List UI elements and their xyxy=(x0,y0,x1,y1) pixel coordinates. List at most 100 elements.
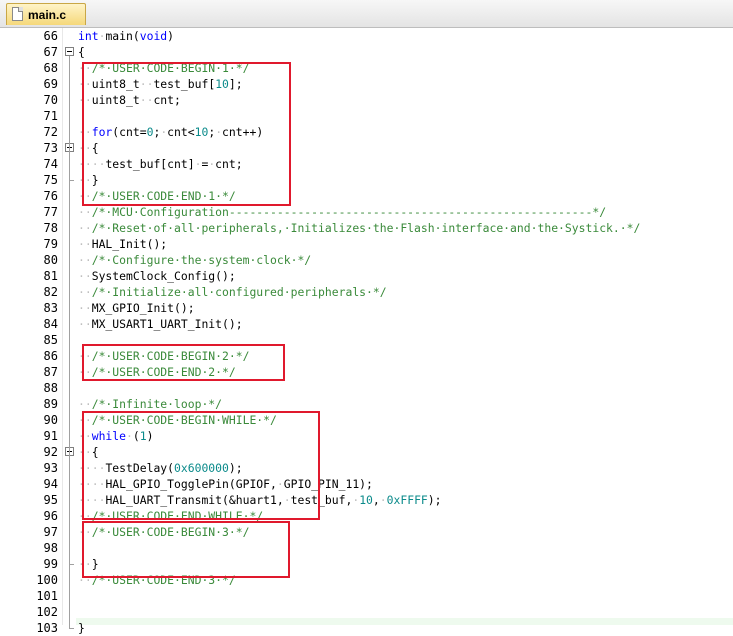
code-line: 84 ··MX_USART1_UART_Init(); xyxy=(0,316,733,332)
code-line: 97 ··/*·USER·CODE·BEGIN·3·*/ xyxy=(0,524,733,540)
code-text: ··/*·USER·CODE·BEGIN·3·*/ xyxy=(78,524,249,540)
line-number: 93 xyxy=(43,461,58,475)
code-token: ) xyxy=(167,29,175,43)
code-token: SystemClock_Config(); xyxy=(91,269,236,283)
tab-label: main.c xyxy=(28,8,67,22)
code-token: int xyxy=(78,29,99,43)
code-text: ····test_buf[cnt]·=·cnt; xyxy=(78,156,243,172)
code-line: 95 ····HAL_UART_Transmit(&huart1,·test_bu… xyxy=(0,492,733,508)
code-line: 99 ··} xyxy=(0,556,733,572)
code-token: /*·USER·CODE·END·WHILE·*/ xyxy=(91,509,264,523)
line-number: 99 xyxy=(43,557,58,571)
line-number: 88 xyxy=(43,381,58,395)
code-text: ····HAL_GPIO_TogglePin(GPIOF,·GPIO_PIN_1… xyxy=(78,476,373,492)
code-line: 87 ··/*·USER·CODE·END·2·*/ xyxy=(0,364,733,380)
line-number: 75 xyxy=(43,173,58,187)
code-text: ··/*·USER·CODE·END·WHILE·*/ xyxy=(78,508,263,524)
line-number: 74 xyxy=(43,157,58,171)
code-token: } xyxy=(91,173,99,187)
code-text: ··/*·USER·CODE·END·2·*/ xyxy=(78,364,236,380)
code-token: /*·USER·CODE·BEGIN·1·*/ xyxy=(91,61,250,75)
code-token: HAL_UART_Transmit(&huart1, xyxy=(105,493,284,507)
code-token: while xyxy=(91,429,127,443)
code-token: ·· xyxy=(78,301,92,315)
code-token: ); xyxy=(427,493,442,507)
line-number: 79 xyxy=(43,237,58,251)
code-text: ··MX_USART1_UART_Init(); xyxy=(78,316,243,332)
code-text: ··/*·Infinite·loop·*/ xyxy=(78,396,222,412)
line-number: 71 xyxy=(43,109,58,123)
code-line: 70 ··uint8_t··cnt; xyxy=(0,92,733,108)
line-number: 73 xyxy=(43,141,58,155)
line-number: 68 xyxy=(43,61,58,75)
code-text: ··/*·MCU·Configuration------------------… xyxy=(78,204,606,220)
tab-main-c[interactable]: main.c xyxy=(6,3,86,25)
code-token: ·· xyxy=(78,573,92,587)
code-text: ··SystemClock_Config(); xyxy=(78,268,236,284)
line-number: 102 xyxy=(36,605,58,619)
line-number: 66 xyxy=(43,29,58,43)
file-icon xyxy=(12,7,23,21)
code-token: ·· xyxy=(139,77,154,91)
code-token: cnt; xyxy=(215,157,243,171)
code-text: ··HAL_Init(); xyxy=(78,236,167,252)
code-line: 98 xyxy=(0,540,733,556)
code-text: ··/*·USER·CODE·BEGIN·1·*/ xyxy=(78,60,249,76)
line-number: 87 xyxy=(43,365,58,379)
code-token: ·· xyxy=(78,205,92,219)
code-token: main( xyxy=(105,29,140,43)
code-line: 82 ··/*·Initialize·all·configured·periphe… xyxy=(0,284,733,300)
code-token: /*·MCU·Configuration--------------------… xyxy=(91,205,607,219)
code-token: ·· xyxy=(78,285,92,299)
code-line: 102 xyxy=(0,604,733,620)
code-text: ··/*·Initialize·all·configured·periphera… xyxy=(78,284,387,300)
code-editor[interactable]: 66 int·main(void) 67{68 ··/*·USER·CODE·BEGI… xyxy=(0,28,733,635)
code-text: ··/*·Configure·the·system·clock·*/ xyxy=(78,252,311,268)
code-token: (cnt= xyxy=(112,125,147,139)
line-number: 92 xyxy=(43,445,58,459)
code-token: 1 xyxy=(139,429,147,443)
line-number: 101 xyxy=(36,589,58,603)
code-text: { xyxy=(78,44,85,60)
fold-collapse-icon[interactable] xyxy=(65,47,74,56)
code-token: test_buf, xyxy=(290,493,353,507)
code-text: ····HAL_UART_Transmit(&huart1,·test_buf,… xyxy=(78,492,442,508)
code-token: · xyxy=(276,477,284,491)
code-text: ··{ xyxy=(78,444,99,460)
code-text: ··/*·USER·CODE·END·1·*/ xyxy=(78,188,236,204)
code-line: 72 ··for(cnt=0;·cnt<10;·cnt++) xyxy=(0,124,733,140)
code-token: /*·Configure·the·system·clock·*/ xyxy=(91,253,312,267)
code-token: cnt< xyxy=(167,125,195,139)
code-line: 86 ··/*·USER·CODE·BEGIN·2·*/ xyxy=(0,348,733,364)
code-line: 77 ··/*·MCU·Configuration----------------… xyxy=(0,204,733,220)
code-token: test_buf[cnt] xyxy=(105,157,195,171)
code-line: 103} xyxy=(0,620,733,636)
code-token: ·· xyxy=(78,557,92,571)
code-token: } xyxy=(78,621,85,635)
code-line: 101 xyxy=(0,588,733,604)
code-token: ·· xyxy=(78,77,92,91)
code-token: ·· xyxy=(78,349,92,363)
code-token: · xyxy=(126,429,133,443)
line-number: 83 xyxy=(43,301,58,315)
code-token: /*·Reset·of·all·peripherals,·Initializes… xyxy=(91,221,641,235)
code-line: 92 ··{ xyxy=(0,444,733,460)
code-line: 69 ··uint8_t··test_buf[10]; xyxy=(0,76,733,92)
code-token: ( xyxy=(132,429,140,443)
code-text: ··{ xyxy=(78,140,99,156)
line-number: 98 xyxy=(43,541,58,555)
code-token: { xyxy=(78,45,85,59)
fold-guide-end xyxy=(69,628,74,629)
code-token: ·· xyxy=(78,141,92,155)
code-token: ·· xyxy=(78,509,92,523)
code-text: ··for(cnt=0;·cnt<10;·cnt++) xyxy=(78,124,263,140)
code-line: 78 ··/*·Reset·of·all·peripherals,·Initial… xyxy=(0,220,733,236)
code-token: ·· xyxy=(78,61,92,75)
code-token: ···· xyxy=(78,157,106,171)
code-line: 89 ··/*·Infinite·loop·*/ xyxy=(0,396,733,412)
code-token: /*·USER·CODE·BEGIN·WHILE·*/ xyxy=(91,413,277,427)
line-number: 86 xyxy=(43,349,58,363)
code-line: 80 ··/*·Configure·the·system·clock·*/ xyxy=(0,252,733,268)
code-token: GPIO_PIN_11); xyxy=(283,477,373,491)
code-text: ··/*·USER·CODE·END·3·*/ xyxy=(78,572,236,588)
